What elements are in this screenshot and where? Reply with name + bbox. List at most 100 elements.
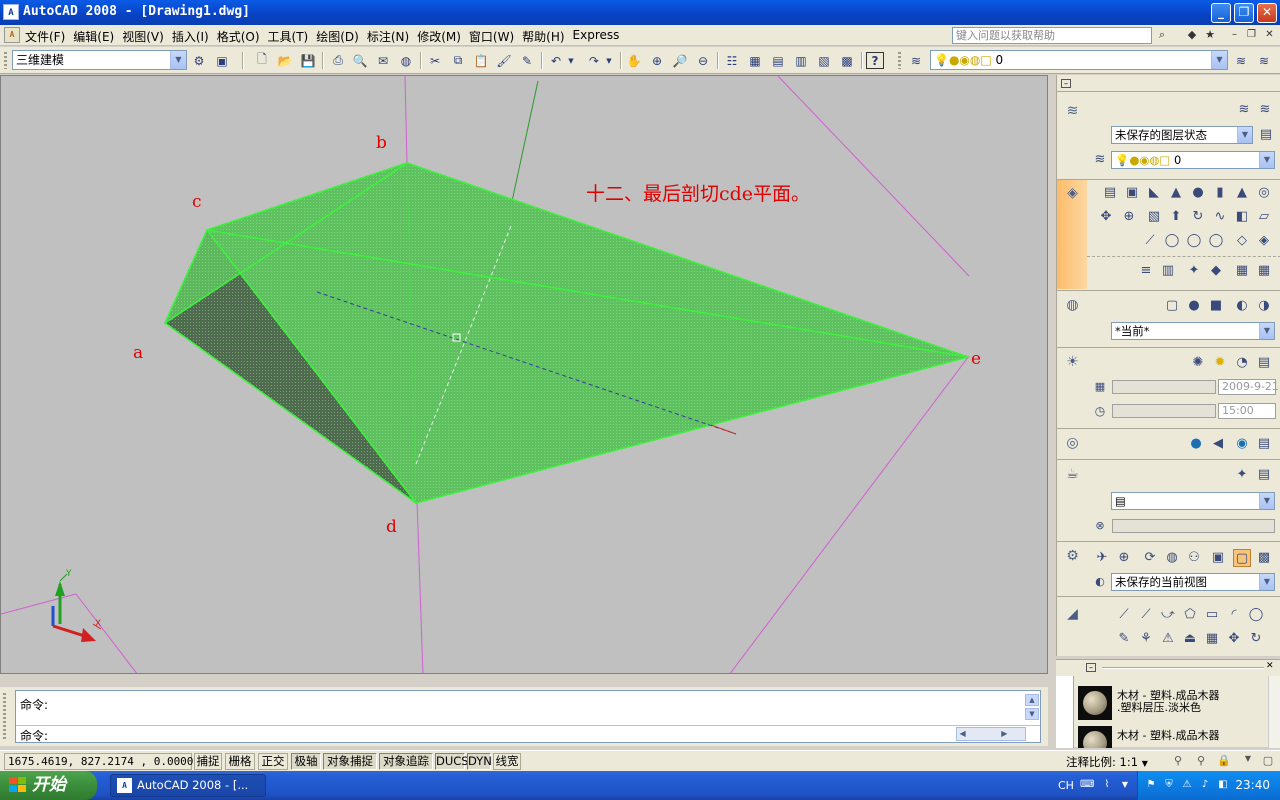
subscription-icon[interactable]: ◆ xyxy=(1185,28,1199,42)
material-item[interactable]: 木材 - 塑料.成品木器 .塑料层压.淡米色 xyxy=(1078,684,1268,722)
command-input[interactable]: 命令: ◀ ▶ xyxy=(16,725,1040,743)
slice-icon[interactable]: ⟋ xyxy=(1141,232,1159,250)
clean-screen-icon[interactable]: ▢ xyxy=(1260,754,1276,769)
keyboard-icon[interactable]: ⌨ xyxy=(1080,778,1094,792)
conceptual-icon[interactable]: ■ xyxy=(1207,297,1225,315)
layer-prev-icon[interactable]: ≋ xyxy=(1256,101,1274,119)
rotate-icon[interactable]: ↻ xyxy=(1247,630,1265,648)
parallel-icon[interactable]: ▩ xyxy=(1255,549,1273,567)
light-icon[interactable]: ☀ xyxy=(1063,353,1082,372)
3d-dwf-icon[interactable]: ◍ xyxy=(396,51,416,70)
menu-dimension[interactable]: 标注(N) xyxy=(366,28,416,45)
security-icon[interactable]: ⛨ xyxy=(1162,778,1176,792)
help-search-input[interactable]: 键入问题以获取帮助 xyxy=(952,27,1152,44)
camera-icon[interactable]: ▣ xyxy=(1209,549,1227,567)
drawing-viewport[interactable]: 十二、最后剖切cde平面。 b c a d e Y X xyxy=(0,75,1048,674)
gradient-icon[interactable]: ⚘ xyxy=(1137,630,1155,648)
pan-icon[interactable]: ✋ xyxy=(624,51,644,70)
annotation-scale[interactable]: 注释比例: 1:1 ▼ xyxy=(1066,754,1148,770)
redo-dropdown-icon[interactable]: ▼ xyxy=(604,51,614,70)
union-icon[interactable]: ◯ xyxy=(1163,232,1181,250)
interfere-icon[interactable]: ◈ xyxy=(1255,232,1273,250)
zoom-icon[interactable]: ⊕ xyxy=(1115,549,1133,567)
material-item[interactable]: 木材 - 塑料.成品木器 xyxy=(1078,724,1268,748)
language-indicator[interactable]: CH xyxy=(1058,779,1074,792)
undo-icon[interactable]: ↶ xyxy=(546,51,566,70)
presspull-icon[interactable]: ⬆ xyxy=(1167,208,1185,226)
ducs-toggle[interactable]: DUCS xyxy=(435,753,469,770)
block-editor-icon[interactable]: ✎ xyxy=(517,51,537,70)
scroll-down-icon[interactable]: ▼ xyxy=(1025,708,1039,720)
teapot-icon[interactable]: ☕ xyxy=(1063,465,1082,484)
2d-draw-icon[interactable]: ◢ xyxy=(1063,605,1082,624)
ime-menu-icon[interactable]: ▼ xyxy=(1118,778,1132,792)
menu-window[interactable]: 窗口(W) xyxy=(468,28,521,45)
polyline-icon[interactable]: ⤻ xyxy=(1159,606,1177,624)
status-menu-icon[interactable]: ▼ xyxy=(1240,754,1256,769)
3d-make-icon[interactable]: ◈ xyxy=(1063,184,1082,203)
layer-previous-icon[interactable]: ≋ xyxy=(1254,51,1274,70)
make-layer-current-icon[interactable]: ≋ xyxy=(1231,51,1251,70)
cone-icon[interactable]: ▲ xyxy=(1167,184,1185,202)
visual-styles-icon[interactable]: ◍ xyxy=(1063,296,1082,315)
palette-collapse-button[interactable]: – xyxy=(1061,79,1071,88)
2d-wireframe-icon[interactable]: ▢ xyxy=(1163,297,1181,315)
material-mapping-icon[interactable]: ◉ xyxy=(1233,435,1251,453)
lock-icon[interactable]: 🔒 xyxy=(1216,754,1232,769)
doc-minimize-button[interactable]: – xyxy=(1228,29,1241,42)
render-window-icon[interactable]: ▤ xyxy=(1255,466,1273,484)
new-icon[interactable]: 🗋 xyxy=(252,51,272,70)
hidden-icon[interactable]: ◐ xyxy=(1233,297,1251,315)
3d-move-icon[interactable]: ✦ xyxy=(1185,262,1203,280)
zoom-previous-icon[interactable]: ⊖ xyxy=(693,51,713,70)
annotation-visibility-icon[interactable]: ⚲ xyxy=(1170,754,1186,769)
menu-draw[interactable]: 绘图(D) xyxy=(315,28,366,45)
publish-icon[interactable]: ✉ xyxy=(373,51,393,70)
sphere-icon[interactable]: ● xyxy=(1189,184,1207,202)
date-slider[interactable] xyxy=(1112,380,1216,394)
navigation-icon[interactable]: ⚙ xyxy=(1063,547,1082,566)
start-button[interactable]: 开始 xyxy=(0,771,97,800)
named-view-select[interactable]: 未保存的当前视图 ▼ xyxy=(1111,573,1275,591)
plot-icon[interactable]: ⎙ xyxy=(328,51,348,70)
layer-manager-icon[interactable]: ≋ xyxy=(906,51,926,70)
document-icon[interactable]: A xyxy=(4,27,20,43)
zoom-realtime-icon[interactable]: ⊕ xyxy=(647,51,667,70)
visual-style-manager-icon[interactable]: ◑ xyxy=(1255,297,1273,315)
materials-close-button[interactable]: ✕ xyxy=(1266,662,1276,672)
undo-dropdown-icon[interactable]: ▼ xyxy=(566,51,576,70)
minimize-button[interactable]: _ xyxy=(1211,3,1231,23)
menu-edit[interactable]: 编辑(E) xyxy=(72,28,121,45)
material-sphere-icon[interactable]: ● xyxy=(1187,435,1205,453)
autocad-icon[interactable]: A xyxy=(3,4,19,20)
workspace-select[interactable]: 三维建模 ▼ xyxy=(12,50,187,70)
otrack-toggle[interactable]: 对象追踪 xyxy=(379,753,433,770)
lineweight-toggle[interactable]: 线宽 xyxy=(493,753,521,770)
material-attach-icon[interactable]: ◀ xyxy=(1209,435,1227,453)
revolve-icon[interactable]: ↻ xyxy=(1189,208,1207,226)
sun-icon[interactable]: ✺ xyxy=(1189,354,1207,372)
layer-select[interactable]: 💡●◉◍□ 0 ▼ xyxy=(930,50,1228,70)
open-icon[interactable]: 📂 xyxy=(275,51,295,70)
menu-view[interactable]: 视图(V) xyxy=(121,28,171,45)
ime-icon[interactable]: ⌇ xyxy=(1100,778,1114,792)
cut-icon[interactable]: ✂ xyxy=(425,51,445,70)
toolbar-grip[interactable] xyxy=(898,52,901,69)
command-hscroll[interactable]: ◀ ▶ xyxy=(956,727,1026,741)
cylinder-icon[interactable]: ▮ xyxy=(1211,184,1229,202)
redo-icon[interactable]: ↷ xyxy=(584,51,604,70)
scroll-up-icon[interactable]: ▲ xyxy=(1025,694,1039,706)
markup-icon[interactable]: ▧ xyxy=(814,51,834,70)
command-history[interactable]: 命令: ▲ ▼ 命令: ◀ ▶ xyxy=(15,690,1041,743)
calculator-icon[interactable]: ▩ xyxy=(837,51,857,70)
orbit-icon[interactable]: ⟳ xyxy=(1141,549,1159,567)
planar-surface-icon[interactable]: ▱ xyxy=(1255,208,1273,226)
materials-window-icon[interactable]: ▤ xyxy=(1255,435,1273,453)
polygon-icon[interactable]: ⬠ xyxy=(1181,606,1199,624)
tool-palettes-icon[interactable]: ▤ xyxy=(768,51,788,70)
materials-icon[interactable]: ◎ xyxy=(1063,434,1082,453)
dyn-toggle[interactable]: DYN xyxy=(467,753,492,770)
polar-toggle[interactable]: 极轴 xyxy=(291,753,321,770)
command-grip[interactable] xyxy=(3,693,6,739)
designcenter-icon[interactable]: ▦ xyxy=(745,51,765,70)
